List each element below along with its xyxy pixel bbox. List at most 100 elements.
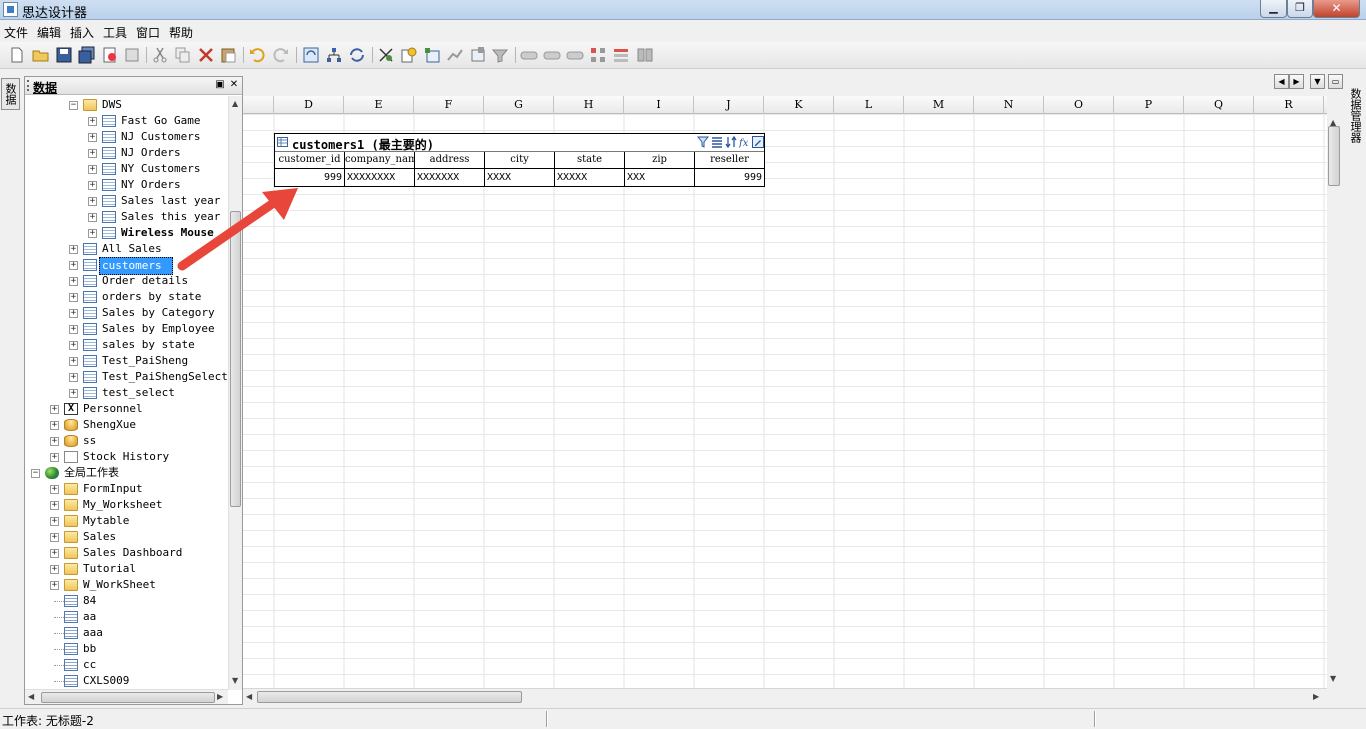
nav-prev-icon[interactable]: ◀	[1274, 74, 1289, 89]
chart-icon[interactable]	[446, 46, 464, 64]
expand-icon[interactable]: +	[88, 229, 97, 238]
save-all-icon[interactable]	[78, 46, 96, 64]
column-header[interactable]: O	[1044, 96, 1114, 114]
sheet-scroll-down-icon[interactable]: ▼	[1330, 674, 1336, 683]
column-header[interactable]: D	[274, 96, 344, 114]
expand-icon[interactable]: +	[88, 197, 97, 206]
column-header[interactable]: I	[624, 96, 694, 114]
expand-icon[interactable]: +	[88, 213, 97, 222]
sheet-horizontal-scrollbar[interactable]: ◀ ▶	[243, 688, 1327, 704]
side-tab-data[interactable]: 数据	[1, 78, 20, 110]
widget-column-header[interactable]: city	[485, 152, 555, 169]
column-header[interactable]: Q	[1184, 96, 1254, 114]
widget-column-header[interactable]: customer_id	[275, 152, 345, 169]
sheet-vertical-scrollbar[interactable]: ▲ ▼	[1327, 96, 1341, 688]
menu-file[interactable]: 文件	[4, 24, 28, 41]
column-header[interactable]: E	[344, 96, 414, 114]
list-icon[interactable]	[711, 136, 723, 148]
nav-dropdown-icon[interactable]: ▼	[1310, 74, 1325, 89]
widget-cell[interactable]: XXX	[625, 169, 695, 186]
expand-icon[interactable]: +	[69, 309, 78, 318]
column-header[interactable]: N	[974, 96, 1044, 114]
sync-icon[interactable]	[348, 46, 366, 64]
expand-icon[interactable]: +	[69, 261, 78, 270]
expand-icon[interactable]: +	[88, 165, 97, 174]
expand-icon[interactable]: +	[50, 581, 59, 590]
widget-title-bar[interactable]: customers1 (最主要的) fx	[275, 134, 764, 152]
collapse-icon[interactable]: −	[31, 469, 40, 478]
expand-icon[interactable]: +	[50, 437, 59, 446]
form-icon[interactable]	[469, 46, 487, 64]
column-header[interactable]: L	[834, 96, 904, 114]
open-folder-icon[interactable]	[32, 46, 50, 64]
add-query-icon[interactable]	[400, 46, 418, 64]
expand-icon[interactable]: +	[69, 245, 78, 254]
sort-icon[interactable]	[725, 136, 737, 148]
menu-tools[interactable]: 工具	[103, 24, 127, 41]
widget-cell[interactable]: XXXXXXX	[415, 169, 485, 186]
collapse-icon[interactable]: −	[69, 101, 78, 110]
widget-column-header[interactable]: reseller	[695, 152, 764, 169]
column-header[interactable]: R	[1254, 96, 1324, 114]
widget-cell[interactable]: XXXXX	[555, 169, 625, 186]
scroll-up-icon[interactable]: ▲	[232, 99, 238, 108]
expand-icon[interactable]: +	[50, 517, 59, 526]
maximize-button[interactable]: ❐	[1287, 0, 1313, 18]
tree-vertical-scrollbar[interactable]: ▲ ▼	[228, 96, 242, 690]
cut-icon[interactable]	[151, 46, 169, 64]
edit-icon[interactable]	[752, 136, 764, 148]
panel-dock-button[interactable]: ▣	[214, 79, 226, 91]
new-icon[interactable]	[8, 46, 26, 64]
menu-window[interactable]: 窗口	[136, 24, 160, 41]
expand-icon[interactable]: +	[69, 357, 78, 366]
column-header[interactable]: G	[484, 96, 554, 114]
join-icon[interactable]	[377, 46, 395, 64]
expand-icon[interactable]: +	[69, 389, 78, 398]
tree-hscroll-thumb[interactable]	[41, 692, 215, 703]
expand-icon[interactable]: +	[50, 533, 59, 542]
widget-cell[interactable]: 999	[275, 169, 345, 186]
widget-column-header[interactable]: address	[415, 152, 485, 169]
widget-cell[interactable]: XXXXXXXX	[345, 169, 415, 186]
save-icon[interactable]	[55, 46, 73, 64]
expand-icon[interactable]: +	[50, 485, 59, 494]
filter-icon[interactable]	[491, 46, 509, 64]
expand-icon[interactable]: +	[50, 453, 59, 462]
sheet-vscroll-thumb[interactable]	[1328, 126, 1340, 186]
menu-edit[interactable]: 编辑	[37, 24, 61, 41]
sheet-hscroll-thumb[interactable]	[257, 691, 522, 703]
grid-dots-icon[interactable]	[589, 46, 607, 64]
expand-icon[interactable]: +	[69, 325, 78, 334]
add-table-icon[interactable]	[423, 46, 441, 64]
widget-column-header[interactable]: state	[555, 152, 625, 169]
undo-icon[interactable]	[248, 46, 266, 64]
toggle-2-icon[interactable]	[543, 46, 561, 64]
expand-icon[interactable]: +	[50, 421, 59, 430]
toggle-3-icon[interactable]	[566, 46, 584, 64]
minimize-button[interactable]: ▁	[1260, 0, 1287, 18]
scroll-right-icon[interactable]: ▶	[217, 692, 223, 701]
close-button[interactable]: ✕	[1313, 0, 1360, 18]
menu-insert[interactable]: 插入	[70, 24, 94, 41]
delete-icon[interactable]	[197, 46, 215, 64]
nav-next-icon[interactable]: ▶	[1289, 74, 1304, 89]
column-header[interactable]: F	[414, 96, 484, 114]
preview-icon[interactable]	[101, 46, 119, 64]
widget-cell[interactable]: XXXX	[485, 169, 555, 186]
expand-icon[interactable]: +	[69, 293, 78, 302]
redo-icon[interactable]	[272, 46, 290, 64]
expand-icon[interactable]: +	[69, 277, 78, 286]
refresh-data-icon[interactable]	[302, 46, 320, 64]
filter-icon[interactable]	[697, 136, 709, 148]
expand-icon[interactable]: +	[69, 341, 78, 350]
scroll-down-icon[interactable]: ▼	[232, 676, 238, 685]
column-header[interactable]: K	[764, 96, 834, 114]
expand-icon[interactable]: +	[88, 117, 97, 126]
column-header[interactable]: J	[694, 96, 764, 114]
expand-icon[interactable]: +	[50, 565, 59, 574]
side-tab-data-manager[interactable]: 数据管理器	[1344, 80, 1364, 150]
hierarchy-icon[interactable]	[325, 46, 343, 64]
expand-icon[interactable]: +	[50, 501, 59, 510]
tree-vscroll-thumb[interactable]	[230, 211, 241, 507]
formula-icon[interactable]: fx	[739, 136, 751, 148]
